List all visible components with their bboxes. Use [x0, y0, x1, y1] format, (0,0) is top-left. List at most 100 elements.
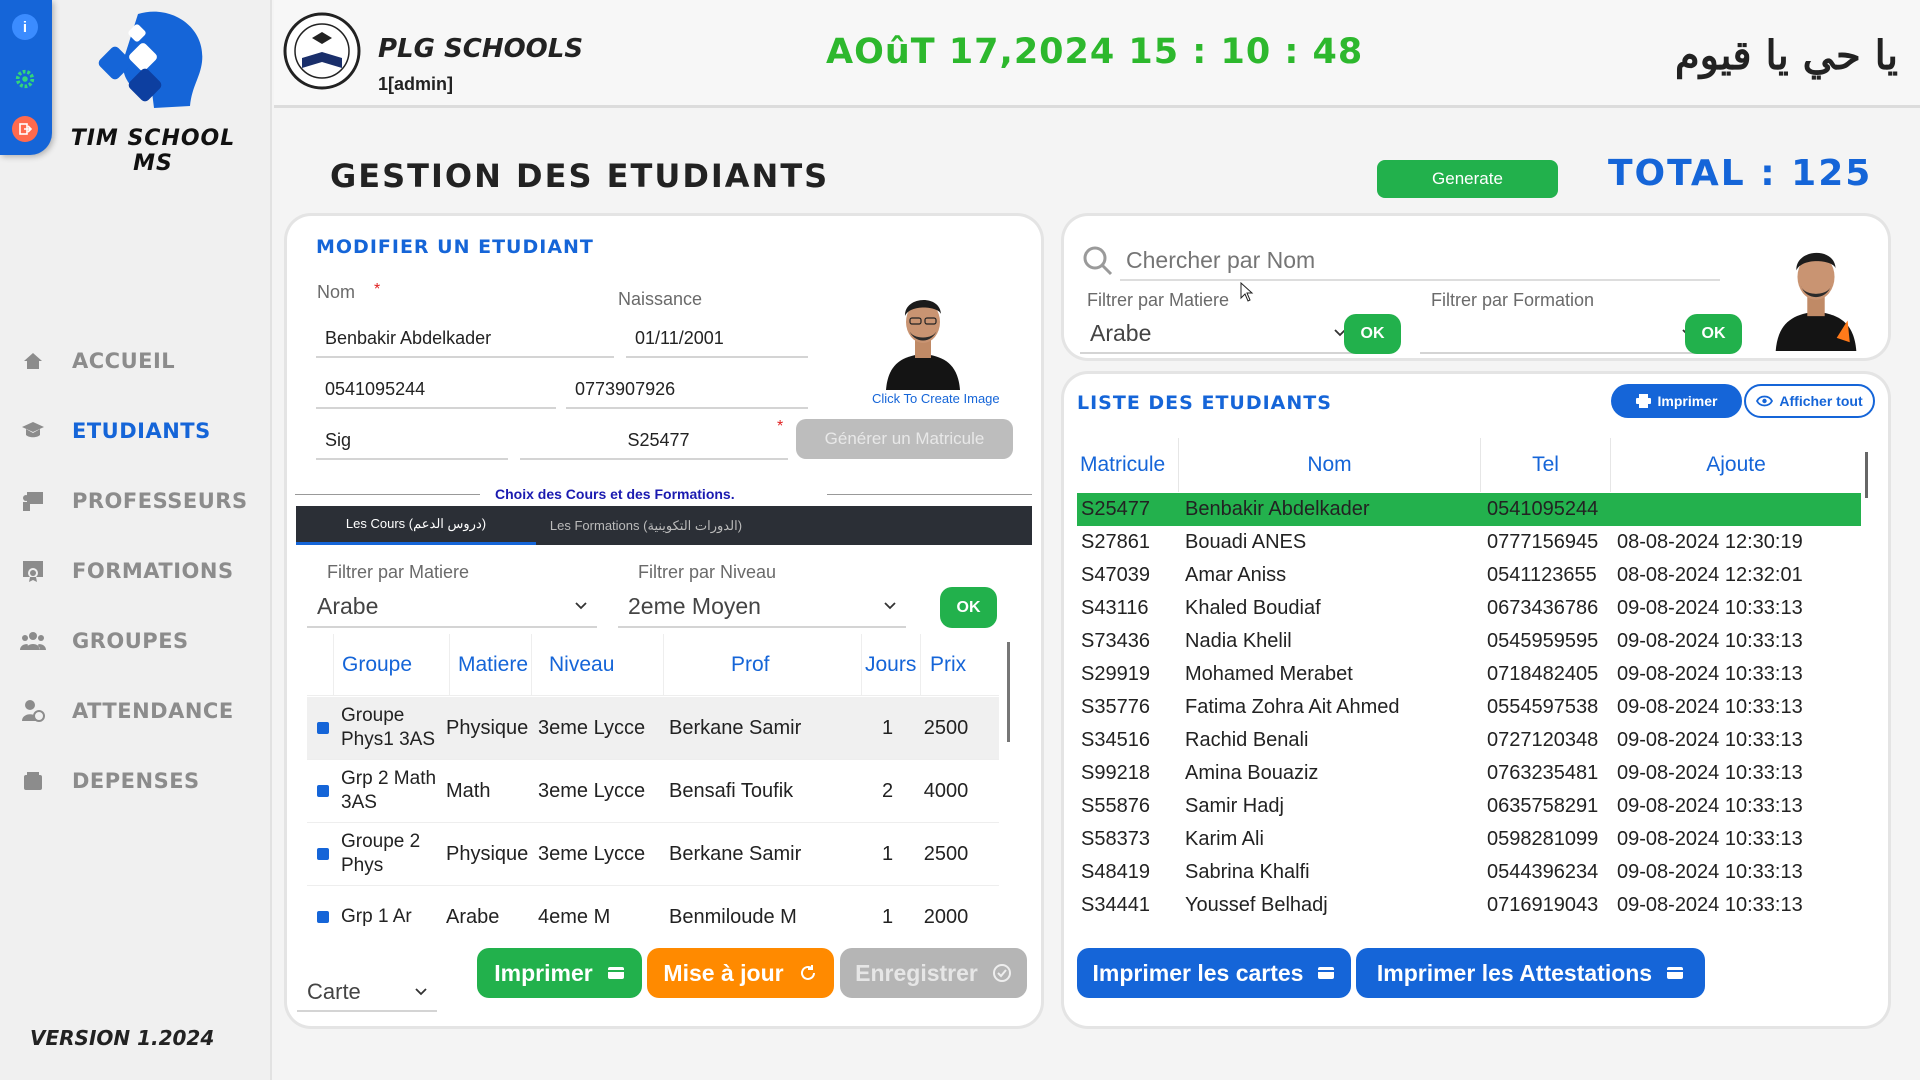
naissance-field[interactable]: 01/11/2001 [626, 320, 808, 358]
checkbox[interactable] [317, 911, 329, 923]
tab-cours[interactable]: Les Cours (دروس الدعم) [296, 506, 536, 545]
student-ajoute: 09-08-2024 10:33:13 [1617, 729, 1803, 751]
student-nom: Nadia Khelil [1185, 630, 1292, 652]
course-prof: Benmiloude M [669, 906, 797, 928]
student-row[interactable]: S47039 Amar Aniss 0541123655 08-08-2024 12:… [1077, 559, 1861, 592]
course-row[interactable]: Grp 1 Ar Arabe 4eme M Benmiloude M 1 200… [307, 886, 999, 934]
col-ajoute[interactable]: Ajoute [1611, 438, 1861, 492]
student-ajoute: 09-08-2024 10:33:13 [1617, 861, 1803, 883]
filter-formation-select[interactable] [1420, 314, 1704, 354]
imprimer-button[interactable]: Imprimer [477, 948, 642, 998]
student-row[interactable]: S34441 Youssef Belhadj 0716919043 09-08-202… [1077, 889, 1861, 922]
course-prix: 2500 [923, 842, 969, 865]
student-row[interactable]: S43116 Khaled Boudiaf 0673436786 09-08-2024… [1077, 592, 1861, 625]
nav-attendance[interactable]: ATTENDANCE [20, 691, 260, 731]
student-nom: Karim Ali [1185, 828, 1264, 850]
student-row[interactable]: S73436 Nadia Khelil 0545959595 09-08-2024 1… [1077, 625, 1861, 658]
nav-accueil[interactable]: ACCUEIL [20, 341, 260, 381]
student-nom: Rachid Benali [1185, 729, 1309, 751]
col-tel[interactable]: Tel [1481, 438, 1611, 492]
nav-professeurs[interactable]: PROFESSEURS [20, 481, 260, 521]
gear-icon[interactable] [12, 66, 38, 92]
save-button[interactable]: Enregistrer [840, 948, 1027, 998]
nav-depenses[interactable]: DEPENSES [20, 761, 260, 801]
student-matricule: S58373 [1081, 828, 1150, 850]
search-input[interactable] [1120, 241, 1720, 281]
checkbox[interactable] [317, 785, 329, 797]
checkbox[interactable] [317, 848, 329, 860]
show-all-button[interactable]: Afficher tout [1744, 384, 1875, 418]
student-row[interactable]: S34516 Rachid Benali 0727120348 09-08-2024 … [1077, 724, 1861, 757]
info-icon[interactable]: i [12, 14, 38, 40]
logout-icon[interactable] [12, 116, 38, 142]
col-prof[interactable]: Prof [664, 634, 862, 696]
nav-formations[interactable]: FORMATIONS [20, 551, 260, 591]
col-jours[interactable]: Jours [862, 634, 921, 696]
student-row[interactable]: S27861 Bouadi ANES 0777156945 08-08-2024 12… [1077, 526, 1861, 559]
students-list-title: LISTE DES ETUDIANTS [1077, 392, 1332, 414]
users-icon [20, 628, 46, 654]
naissance-label: Naissance [618, 289, 703, 309]
courses-scrollbar[interactable] [1007, 642, 1010, 742]
nom-field[interactable]: Benbakir Abdelkader [316, 320, 614, 358]
course-groupe: Groupe Phys1 3AS [341, 705, 435, 750]
chevron-down-icon [884, 602, 896, 610]
student-row[interactable]: S29919 Mohamed Merabet 0718482405 09-08-202… [1077, 658, 1861, 691]
print-cards-button[interactable]: Imprimer les cartes [1077, 948, 1351, 998]
course-row[interactable]: Groupe 2 Phys Physique 3eme Lycce Berkan… [307, 823, 999, 886]
divider-left [295, 494, 480, 495]
course-row[interactable]: Groupe Phys1 3AS Physique 3eme Lycce Ber… [307, 697, 999, 760]
col-groupe[interactable]: Groupe [334, 634, 450, 696]
student-tel: 0777156945 [1487, 531, 1599, 553]
student-row[interactable]: S25477 Benbakir Abdelkader 0541095244 [1077, 493, 1861, 526]
col-matiere[interactable]: Matiere [450, 634, 532, 696]
search-matiere-ok-button[interactable]: OK [1344, 314, 1401, 354]
student-matricule: S48419 [1081, 861, 1150, 883]
student-matricule: S25477 [1081, 498, 1150, 520]
student-photo[interactable] [882, 278, 964, 390]
telephone-2-field[interactable]: 0773907926 [566, 371, 808, 409]
nav-groupes[interactable]: GROUPES [20, 621, 260, 661]
filter-matiere-value: Arabe [317, 592, 379, 619]
student-row[interactable]: S99218 Amina Bouaziz 0763235481 09-08-2024 … [1077, 757, 1861, 790]
filter-matiere-select[interactable]: Arabe [307, 586, 597, 628]
student-row[interactable]: S48419 Sabrina Khalfi 0544396234 09-08-2024… [1077, 856, 1861, 889]
filter-ok-button[interactable]: OK [940, 587, 997, 628]
col-niveau[interactable]: Niveau [532, 634, 664, 696]
student-ajoute: 09-08-2024 10:33:13 [1617, 894, 1803, 916]
students-scrollbar[interactable] [1865, 452, 1868, 498]
print-type-select[interactable]: Carte [297, 974, 437, 1012]
print-attestations-button[interactable]: Imprimer les Attestations [1356, 948, 1705, 998]
checkbox[interactable] [317, 722, 329, 734]
student-ajoute: 09-08-2024 10:33:13 [1617, 663, 1803, 685]
col-matricule[interactable]: Matricule [1077, 438, 1179, 492]
filter-niveau-select[interactable]: 2eme Moyen [618, 586, 906, 628]
generate-button[interactable]: Generate [1377, 160, 1558, 198]
update-button[interactable]: Mise à jour [647, 948, 834, 998]
nav-etudiants[interactable]: ETUDIANTS [20, 411, 260, 451]
col-prix[interactable]: Prix [921, 634, 981, 696]
app-name: TIM SCHOOL MS [70, 126, 236, 176]
header: PLG SCHOOLS 1[admin] AOûT 17,2024 15 : 1… [274, 0, 1920, 108]
adresse-field[interactable]: Sig [316, 422, 508, 460]
student-nom: Sabrina Khalfi [1185, 861, 1310, 883]
list-print-button[interactable]: Imprimer [1611, 384, 1742, 418]
col-nom[interactable]: Nom [1179, 438, 1481, 492]
telephone-1-field[interactable]: 0541095244 [316, 371, 556, 409]
student-tel: 0545959595 [1487, 630, 1599, 652]
matricule-field[interactable]: S25477 [520, 422, 788, 460]
course-row[interactable]: Grp 2 Math 3AS Math 3eme Lycce Bensafi T… [307, 760, 999, 823]
student-row[interactable]: S35776 Fatima Zohra Ait Ahmed 0554597538 09… [1077, 691, 1861, 724]
create-image-link[interactable]: Click To Create Image [872, 391, 1000, 406]
student-tel: 0718482405 [1487, 663, 1599, 685]
formation-ok-button[interactable]: OK [1685, 314, 1742, 354]
student-matricule: S35776 [1081, 696, 1150, 718]
search-filter-matiere-select[interactable]: Arabe [1080, 314, 1356, 354]
student-tel: 0673436786 [1487, 597, 1599, 619]
tab-formations[interactable]: Les Formations (الدورات التكوينية) [536, 506, 756, 545]
student-row[interactable]: S58373 Karim Ali 0598281099 09-08-2024 10:3… [1077, 823, 1861, 856]
course-matiere: Arabe [446, 905, 500, 928]
mouse-cursor-icon [1240, 282, 1254, 302]
student-row[interactable]: S55876 Samir Hadj 0635758291 09-08-2024 10:… [1077, 790, 1861, 823]
generate-matricule-button[interactable]: Générer un Matricule [796, 419, 1013, 459]
